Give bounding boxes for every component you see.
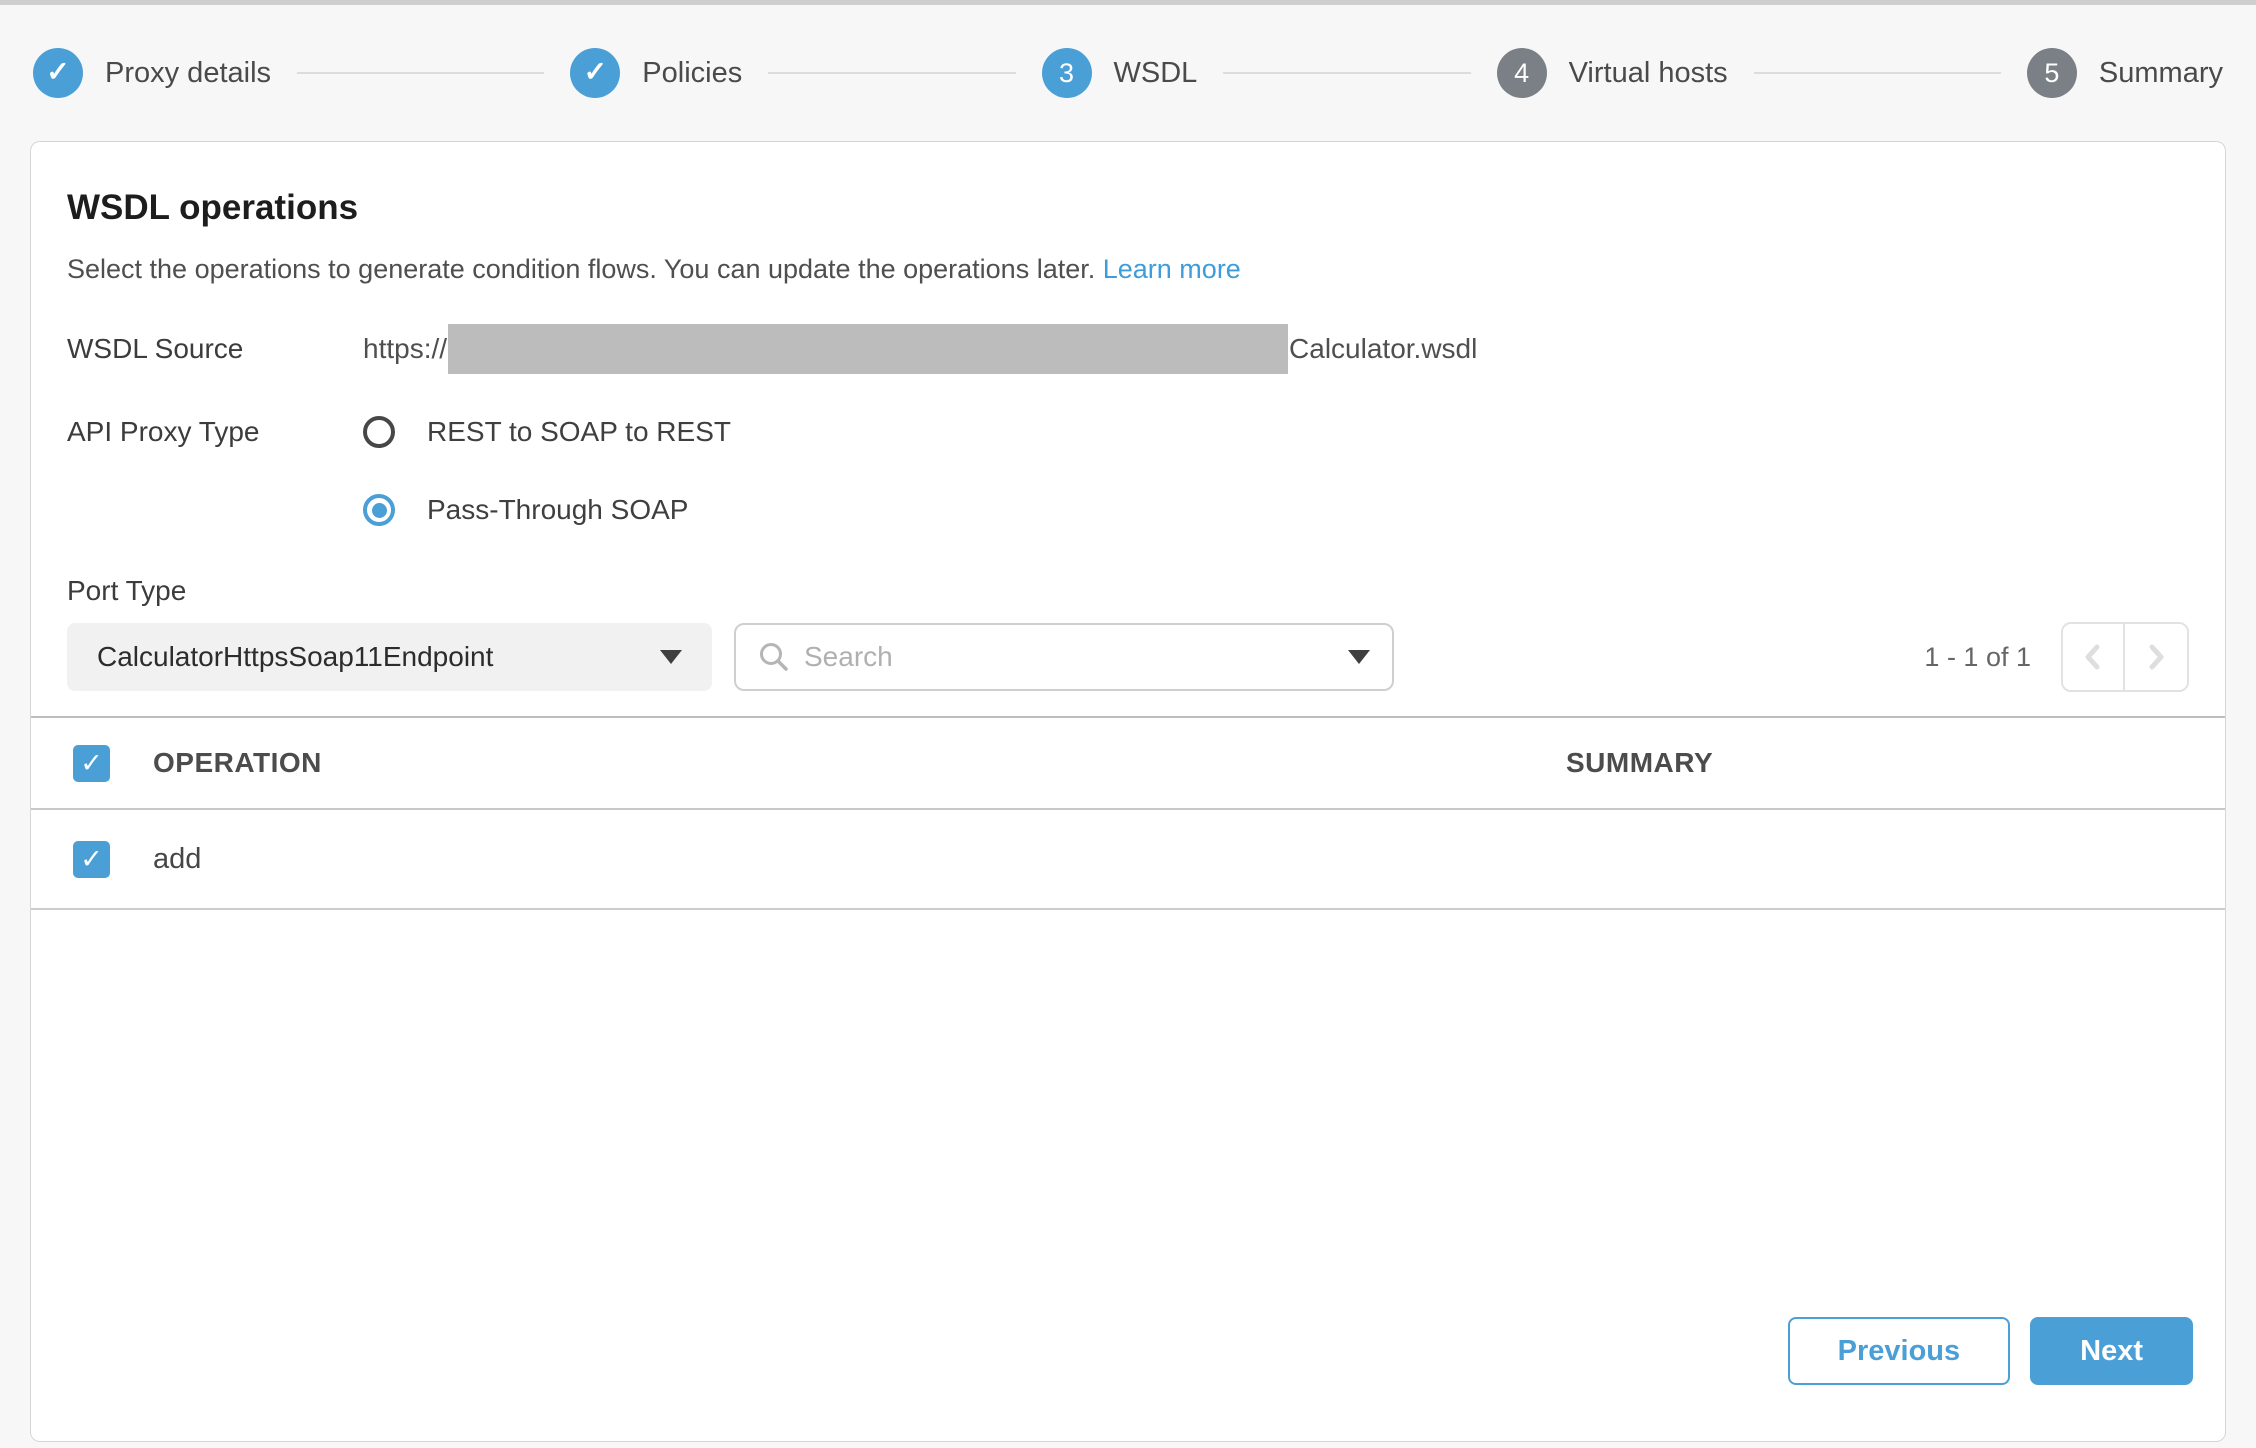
radio-label: Pass-Through SOAP bbox=[427, 494, 688, 526]
check-icon: ✓ bbox=[46, 58, 69, 86]
select-all-checkbox[interactable]: ✓ bbox=[73, 745, 110, 782]
table-header-row: ✓ OPERATION SUMMARY bbox=[31, 718, 2225, 810]
step-connector bbox=[1223, 72, 1470, 74]
chevron-left-icon bbox=[2076, 637, 2110, 677]
step-policies[interactable]: ✓ Policies bbox=[570, 48, 742, 98]
step-summary[interactable]: 5 Summary bbox=[2027, 48, 2223, 98]
next-page-button[interactable] bbox=[2125, 624, 2187, 690]
radio-selected-icon bbox=[363, 494, 395, 526]
pagination-range: 1 - 1 of 1 bbox=[1924, 642, 2031, 673]
search-box[interactable] bbox=[734, 623, 1394, 691]
api-proxy-type-row: API Proxy Type REST to SOAP to REST Pass… bbox=[67, 404, 2189, 538]
learn-more-link[interactable]: Learn more bbox=[1103, 254, 1241, 284]
step-wsdl[interactable]: 3 WSDL bbox=[1042, 48, 1198, 98]
api-proxy-type-label: API Proxy Type bbox=[67, 404, 363, 448]
radio-rest-to-soap-to-rest[interactable]: REST to SOAP to REST bbox=[363, 404, 731, 460]
port-type-label: Port Type bbox=[67, 574, 2189, 608]
check-icon: ✓ bbox=[80, 748, 103, 779]
step-connector bbox=[1754, 72, 2001, 74]
operations-table: ✓ OPERATION SUMMARY ✓ add bbox=[31, 716, 2225, 910]
wizard-footer-actions: Previous Next bbox=[1788, 1317, 2193, 1385]
step-label: Virtual hosts bbox=[1569, 57, 1728, 90]
step-proxy-details[interactable]: ✓ Proxy details bbox=[33, 48, 271, 98]
wsdl-source-suffix: Calculator.wsdl bbox=[1289, 333, 1477, 365]
chevron-down-icon bbox=[660, 650, 682, 664]
check-icon: ✓ bbox=[80, 844, 103, 875]
wsdl-source-row: WSDL Source https:// Calculator.wsdl bbox=[67, 324, 2189, 374]
column-header-summary: SUMMARY bbox=[1566, 747, 2225, 779]
wsdl-source-label: WSDL Source bbox=[67, 333, 363, 365]
step-done-icon: ✓ bbox=[33, 48, 83, 98]
panel-description: Select the operations to generate condit… bbox=[67, 252, 2189, 286]
port-type-select[interactable]: CalculatorHttpsSoap11Endpoint bbox=[67, 623, 712, 691]
search-input[interactable] bbox=[804, 641, 1334, 673]
wsdl-source-prefix: https:// bbox=[363, 333, 447, 365]
pager-buttons bbox=[2061, 622, 2189, 692]
step-label: Proxy details bbox=[105, 57, 271, 90]
column-header-operation: OPERATION bbox=[153, 747, 1566, 779]
next-button[interactable]: Next bbox=[2030, 1317, 2193, 1385]
step-connector bbox=[768, 72, 1015, 74]
api-proxy-type-radio-group: REST to SOAP to REST Pass-Through SOAP bbox=[363, 404, 731, 538]
description-text: Select the operations to generate condit… bbox=[67, 254, 1095, 284]
previous-button[interactable]: Previous bbox=[1788, 1317, 2011, 1385]
step-virtual-hosts[interactable]: 4 Virtual hosts bbox=[1497, 48, 1728, 98]
redacted-value bbox=[448, 324, 1288, 374]
chevron-down-icon[interactable] bbox=[1348, 650, 1370, 664]
step-number-badge: 3 bbox=[1042, 48, 1092, 98]
step-connector bbox=[297, 72, 544, 74]
wsdl-operations-panel: WSDL operations Select the operations to… bbox=[30, 141, 2226, 1442]
radio-dot bbox=[372, 503, 387, 518]
page-title: WSDL operations bbox=[67, 186, 2189, 230]
search-icon bbox=[758, 641, 790, 673]
pagination: 1 - 1 of 1 bbox=[1924, 622, 2189, 692]
table-row[interactable]: ✓ add bbox=[31, 810, 2225, 910]
step-number-badge: 4 bbox=[1497, 48, 1547, 98]
step-number-badge: 5 bbox=[2027, 48, 2077, 98]
step-label: Policies bbox=[642, 57, 742, 90]
step-done-icon: ✓ bbox=[570, 48, 620, 98]
step-label: WSDL bbox=[1114, 57, 1198, 90]
port-type-selected-value: CalculatorHttpsSoap11Endpoint bbox=[97, 641, 493, 673]
table-toolbar: CalculatorHttpsSoap11Endpoint 1 - 1 of 1 bbox=[67, 622, 2189, 692]
radio-label: REST to SOAP to REST bbox=[427, 416, 731, 448]
radio-unselected-icon bbox=[363, 416, 395, 448]
radio-pass-through-soap[interactable]: Pass-Through SOAP bbox=[363, 482, 731, 538]
row-checkbox[interactable]: ✓ bbox=[73, 841, 110, 878]
wizard-stepper: ✓ Proxy details ✓ Policies 3 WSDL 4 Virt… bbox=[0, 5, 2256, 141]
step-label: Summary bbox=[2099, 57, 2223, 90]
check-icon: ✓ bbox=[584, 58, 607, 86]
chevron-right-icon bbox=[2139, 637, 2173, 677]
operation-cell: add bbox=[153, 843, 1566, 876]
prev-page-button[interactable] bbox=[2063, 624, 2125, 690]
wsdl-source-value: https:// Calculator.wsdl bbox=[363, 324, 1477, 374]
